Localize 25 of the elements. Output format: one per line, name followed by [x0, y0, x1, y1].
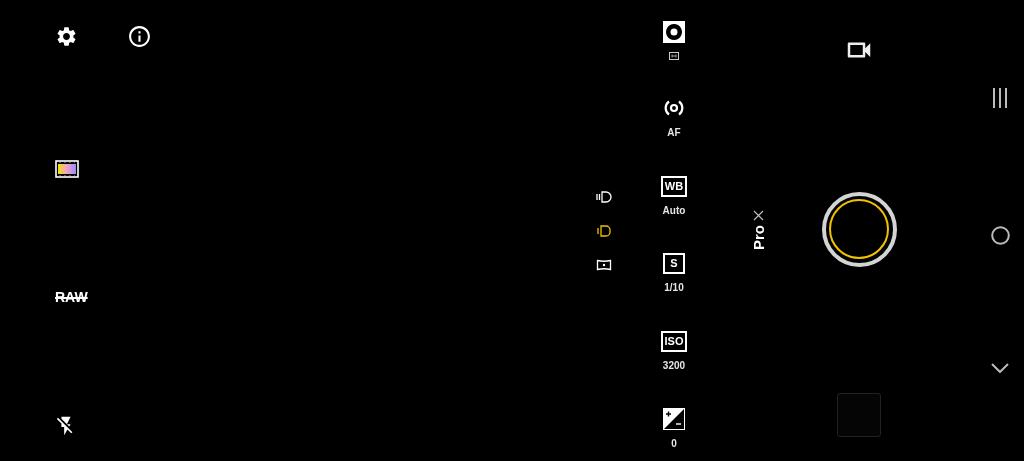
settings-icon[interactable]	[55, 25, 78, 48]
metering-mode-icon	[669, 52, 679, 60]
setting-value: 3200	[662, 360, 686, 371]
back-chevron-icon[interactable]	[991, 363, 1009, 373]
home-icon[interactable]	[990, 226, 1010, 245]
mode-label: Pro	[750, 225, 766, 251]
setting-badge[interactable]: S	[663, 253, 685, 275]
close-icon[interactable]	[752, 210, 764, 222]
setting-value: Auto	[662, 205, 686, 216]
film-filter-icon[interactable]	[55, 160, 79, 179]
setting-value: 0	[671, 438, 677, 449]
metering-icon[interactable]	[663, 21, 685, 43]
raw-toggle[interactable]: RAW	[55, 289, 88, 304]
metering-center-icon[interactable]	[596, 223, 612, 238]
recents-icon[interactable]	[992, 88, 1008, 108]
info-icon[interactable]	[127, 24, 152, 49]
setting-badge[interactable]: WB	[660, 175, 688, 197]
exposure-icon[interactable]	[663, 407, 685, 430]
setting-value: 1/10	[664, 283, 684, 294]
metering-spot-icon[interactable]	[596, 257, 612, 272]
setting-value: AF	[667, 128, 681, 139]
metering-matrix-icon[interactable]	[596, 189, 612, 204]
gallery-thumbnail[interactable]	[837, 393, 881, 437]
shutter-button[interactable]	[821, 191, 897, 267]
setting-badge[interactable]: ISO	[660, 330, 688, 352]
